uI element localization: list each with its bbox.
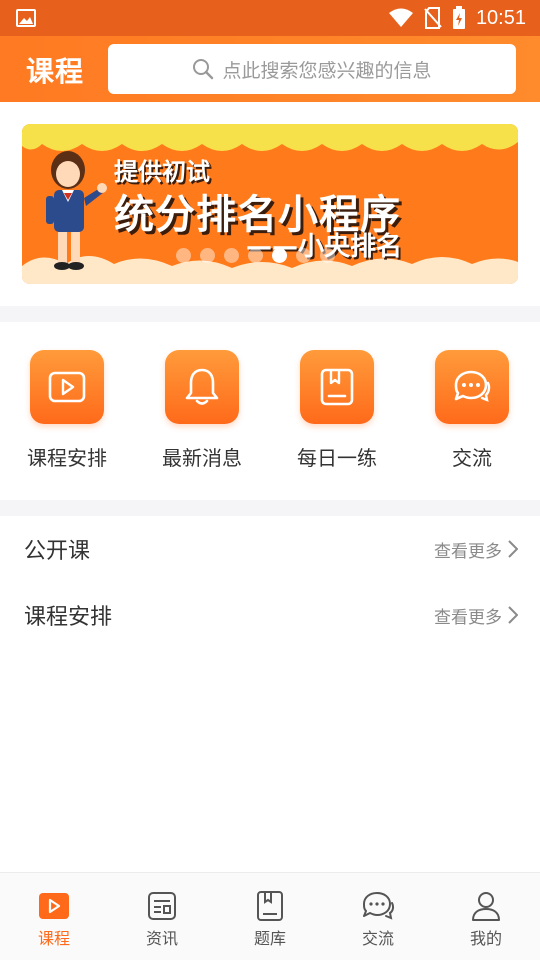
pagination-dot[interactable] — [176, 248, 191, 263]
teacher-illustration — [46, 151, 107, 270]
pagination-dot[interactable] — [320, 248, 335, 263]
battery-charging-icon — [452, 6, 465, 29]
bottom-tab-bar: 课程 资讯 题库 交流 我的 — [0, 872, 540, 960]
quick-link-label: 最新消息 — [162, 446, 242, 470]
section-list: 公开课 查看更多 课程安排 查看更多 — [0, 516, 540, 648]
tab-profile[interactable]: 我的 — [432, 873, 540, 960]
search-placeholder: 点此搜索您感兴趣的信息 — [222, 59, 432, 82]
play-icon — [30, 350, 104, 424]
news-icon — [108, 889, 216, 923]
section-open-course: 公开课 查看更多 — [0, 516, 540, 582]
clock: 10:51 — [475, 6, 526, 29]
pagination-dot[interactable] — [200, 248, 215, 263]
search-input[interactable]: 点此搜索您感兴趣的信息 — [108, 44, 516, 94]
section-title: 公开课 — [24, 539, 91, 564]
chevron-right-icon — [508, 606, 518, 624]
page-title: 课程 — [26, 55, 85, 88]
quick-link-label: 课程安排 — [27, 446, 107, 470]
status-bar: 10:51 — [0, 0, 540, 36]
banner-pagination — [176, 248, 335, 263]
divider — [0, 500, 540, 516]
chat-icon — [324, 889, 432, 923]
tab-news[interactable]: 资讯 — [108, 873, 216, 960]
image-icon — [16, 9, 36, 27]
promo-banner[interactable]: 提供初试 统分排名小程序 ——小央排名 — [22, 124, 518, 284]
play-icon — [0, 889, 108, 923]
user-icon — [432, 889, 540, 923]
book-icon — [300, 350, 374, 424]
view-more-course-schedule[interactable]: 查看更多 — [434, 603, 518, 628]
app-header: 课程 点此搜索您感兴趣的信息 — [0, 36, 540, 102]
quick-link-practice[interactable]: 每日一练 — [282, 350, 392, 471]
view-more-label: 查看更多 — [434, 541, 502, 562]
divider — [0, 306, 540, 322]
tab-course[interactable]: 课程 — [0, 873, 108, 960]
pagination-dot[interactable] — [272, 248, 287, 263]
search-icon — [193, 59, 214, 80]
banner-section: 提供初试 统分排名小程序 ——小央排名 — [0, 102, 540, 306]
wifi-icon — [388, 8, 413, 27]
chevron-right-icon — [508, 540, 518, 558]
tab-label: 题库 — [253, 929, 286, 948]
tab-community[interactable]: 交流 — [324, 873, 432, 960]
quick-link-news[interactable]: 最新消息 — [147, 350, 257, 471]
bell-icon — [165, 350, 239, 424]
pagination-dot[interactable] — [296, 248, 311, 263]
quick-link-schedule[interactable]: 课程安排 — [12, 350, 122, 471]
quick-links: 课程安排 最新消息 每日一练 交流 — [0, 322, 540, 500]
tab-label: 资讯 — [145, 929, 178, 948]
tab-label: 交流 — [361, 929, 394, 948]
chat-icon — [435, 350, 509, 424]
pagination-dot[interactable] — [248, 248, 263, 263]
quick-link-label: 交流 — [452, 446, 492, 470]
pagination-dot[interactable] — [224, 248, 239, 263]
quick-link-community[interactable]: 交流 — [417, 350, 527, 471]
tab-label: 我的 — [469, 929, 502, 948]
tab-label: 课程 — [37, 929, 70, 948]
view-more-open-course[interactable]: 查看更多 — [434, 537, 518, 562]
tab-question-bank[interactable]: 题库 — [216, 873, 324, 960]
section-title: 课程安排 — [24, 605, 113, 630]
no-sim-icon — [424, 7, 442, 29]
section-course-schedule: 课程安排 查看更多 — [0, 582, 540, 648]
book-icon — [216, 889, 324, 923]
quick-link-label: 每日一练 — [297, 446, 377, 470]
view-more-label: 查看更多 — [434, 607, 502, 628]
